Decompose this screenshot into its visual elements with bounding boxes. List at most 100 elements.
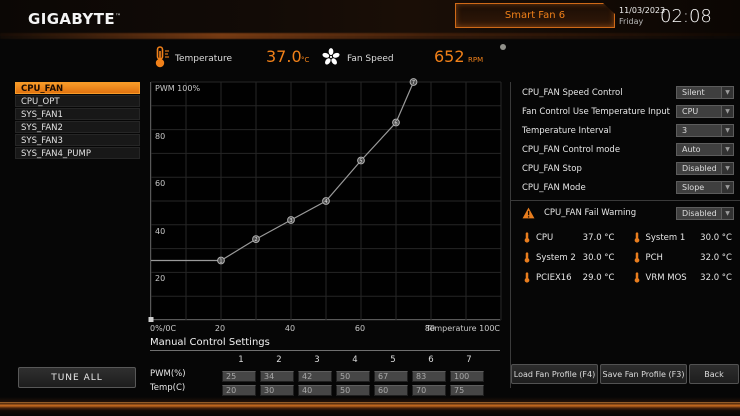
- temp-row-label: Temp(C): [150, 382, 186, 393]
- dropdown-value: Slope: [676, 181, 721, 194]
- thermometer-icon: [524, 252, 530, 263]
- tune-all-button[interactable]: TUNE ALL: [18, 367, 136, 388]
- temperature-icon: [155, 46, 169, 68]
- column-header-4: 4: [352, 354, 358, 365]
- x-axis-tick: 20: [214, 324, 226, 333]
- sensor-name: System 1: [645, 232, 686, 243]
- sensor-name: CPU: [536, 232, 554, 243]
- fan-item-sys-fan1[interactable]: SYS_FAN1: [15, 108, 140, 120]
- gigabyte-logo: GIGABYTE™: [28, 10, 122, 28]
- setting-label: Temperature Interval: [522, 125, 612, 136]
- date-label: 11/03/2023: [619, 6, 666, 15]
- chevron-down-icon[interactable]: [721, 181, 734, 194]
- sensor-name: PCH: [645, 252, 663, 263]
- chevron-down-icon[interactable]: [721, 162, 734, 175]
- time-label: 02:08: [660, 6, 712, 27]
- sensor-value: 32.0 °C: [700, 272, 732, 283]
- setting-label: CPU_FAN Speed Control: [522, 87, 623, 98]
- curve-point-7[interactable]: 7: [409, 78, 418, 86]
- bottom-glow-line: [0, 402, 740, 403]
- sensor-name: System 2: [536, 252, 576, 263]
- temp-input-4[interactable]: [336, 385, 370, 396]
- load-fan-profile-button[interactable]: Load Fan Profile (F4): [511, 364, 598, 384]
- fan-mode-dropdown[interactable]: Slope: [676, 181, 734, 194]
- curve-point-1[interactable]: 1: [217, 256, 225, 265]
- column-header-3: 3: [314, 354, 320, 365]
- setting-label: CPU_FAN Mode: [522, 182, 586, 193]
- sensor-system2: System 2 30.0 °C: [523, 252, 625, 263]
- warning-icon: [522, 207, 535, 219]
- thermometer-icon: [524, 272, 530, 283]
- column-header-2: 2: [276, 354, 282, 365]
- temp-input-6[interactable]: [412, 385, 446, 396]
- fan-item-cpu-fan[interactable]: CPU_FAN: [15, 82, 140, 94]
- dropdown-value: CPU: [676, 105, 721, 118]
- sensor-name: VRM MOS: [645, 272, 687, 283]
- svg-text:7: 7: [412, 80, 415, 86]
- sensor-name: PCIEX16: [536, 272, 572, 283]
- fail-warning-label: CPU_FAN Fail Warning: [544, 208, 637, 218]
- indicator-dot: [500, 44, 506, 50]
- control-mode-dropdown[interactable]: Auto: [676, 143, 734, 156]
- curve-point-4[interactable]: 4: [322, 197, 330, 205]
- fan-curve-chart[interactable]: 1 2 3 4 5 6 7 PWM 100% 80 60 40 20: [148, 78, 502, 322]
- temp-interval-dropdown[interactable]: 3: [676, 124, 734, 137]
- x-axis-tick: Temperature 100C: [425, 324, 500, 333]
- speed-control-dropdown[interactable]: Silent: [676, 86, 734, 99]
- temp-input-1[interactable]: [222, 385, 256, 396]
- thermometer-icon: [634, 272, 639, 283]
- temperature-label: Temperature: [175, 54, 233, 64]
- chevron-down-icon[interactable]: [721, 124, 734, 137]
- fan-stop-dropdown[interactable]: Disabled: [676, 162, 734, 175]
- y-axis-tick: 20: [155, 274, 166, 284]
- save-fan-profile-button[interactable]: Save Fan Profile (F3): [600, 364, 687, 384]
- sensor-value: 32.0 °C: [700, 252, 732, 263]
- tab-smart-fan-6[interactable]: Smart Fan 6: [455, 3, 615, 28]
- sensor-value: 30.0 °C: [582, 252, 615, 263]
- status-row: Temperature 37.0 °C Fan Speed 652 RPM: [148, 42, 518, 74]
- chevron-down-icon[interactable]: [721, 105, 734, 118]
- sensor-value: 30.0 °C: [700, 232, 732, 243]
- curve-point-2[interactable]: 2: [252, 235, 260, 244]
- fan-speed-value: 652: [434, 47, 465, 66]
- origin-handle[interactable]: [148, 317, 154, 322]
- dropdown-value: Disabled: [676, 162, 721, 175]
- chevron-down-icon[interactable]: [721, 86, 734, 99]
- chevron-down-icon[interactable]: [721, 143, 734, 156]
- back-button[interactable]: Back: [689, 364, 739, 384]
- sensor-pciex16: PCIEX16 29.0 °C: [523, 272, 625, 283]
- x-axis-tick: 0%/0C: [150, 324, 177, 333]
- temp-input-7[interactable]: [450, 385, 484, 396]
- temperature-value: 37.0: [266, 47, 302, 66]
- y-axis-tick: 60: [155, 179, 166, 189]
- topbar-glow-streak: [0, 33, 740, 39]
- curve-point-3[interactable]: 3: [287, 216, 295, 224]
- fan-item-sys-fan4-pump[interactable]: SYS_FAN4_PUMP: [15, 147, 140, 159]
- x-axis-tick: 40: [284, 324, 296, 333]
- fail-warning-dropdown[interactable]: Disabled: [676, 206, 734, 220]
- fan-item-cpu-opt[interactable]: CPU_OPT: [15, 95, 140, 107]
- temp-input-2[interactable]: [260, 385, 294, 396]
- manual-control-title: Manual Control Settings: [150, 337, 500, 351]
- smart-fan-screen: GIGABYTE™ Smart Fan 6 11/03/2023 Friday …: [0, 0, 740, 416]
- curve-point-5[interactable]: 5: [357, 156, 365, 165]
- setting-row-speed-control: CPU_FAN Speed Control Silent: [511, 83, 740, 102]
- fan-speed-unit: RPM: [468, 56, 484, 64]
- y-axis-tick: PWM 100%: [155, 84, 201, 93]
- temp-input-3[interactable]: [298, 385, 332, 396]
- fan-icon: [322, 48, 340, 65]
- fan-item-sys-fan3[interactable]: SYS_FAN3: [15, 134, 140, 146]
- fan-list: CPU_FAN CPU_OPT SYS_FAN1 SYS_FAN2 SYS_FA…: [15, 82, 140, 160]
- curve-point-6[interactable]: 6: [392, 118, 400, 127]
- temp-input-5[interactable]: [374, 385, 408, 396]
- dropdown-value: Disabled: [676, 206, 721, 220]
- chevron-down-icon[interactable]: [721, 206, 734, 220]
- dropdown-value: Auto: [676, 143, 721, 156]
- y-axis-tick: 80: [155, 131, 166, 141]
- profile-buttons: Load Fan Profile (F4) Save Fan Profile (…: [511, 364, 739, 384]
- sensor-grid: CPU 37.0 °C System 1 30.0 °C System 2 30…: [511, 232, 740, 283]
- top-bar: GIGABYTE™ Smart Fan 6 11/03/2023 Friday …: [0, 0, 740, 36]
- fan-item-sys-fan2[interactable]: SYS_FAN2: [15, 121, 140, 133]
- temp-input-dropdown[interactable]: CPU: [676, 105, 734, 118]
- sensor-cpu: CPU 37.0 °C: [523, 232, 625, 243]
